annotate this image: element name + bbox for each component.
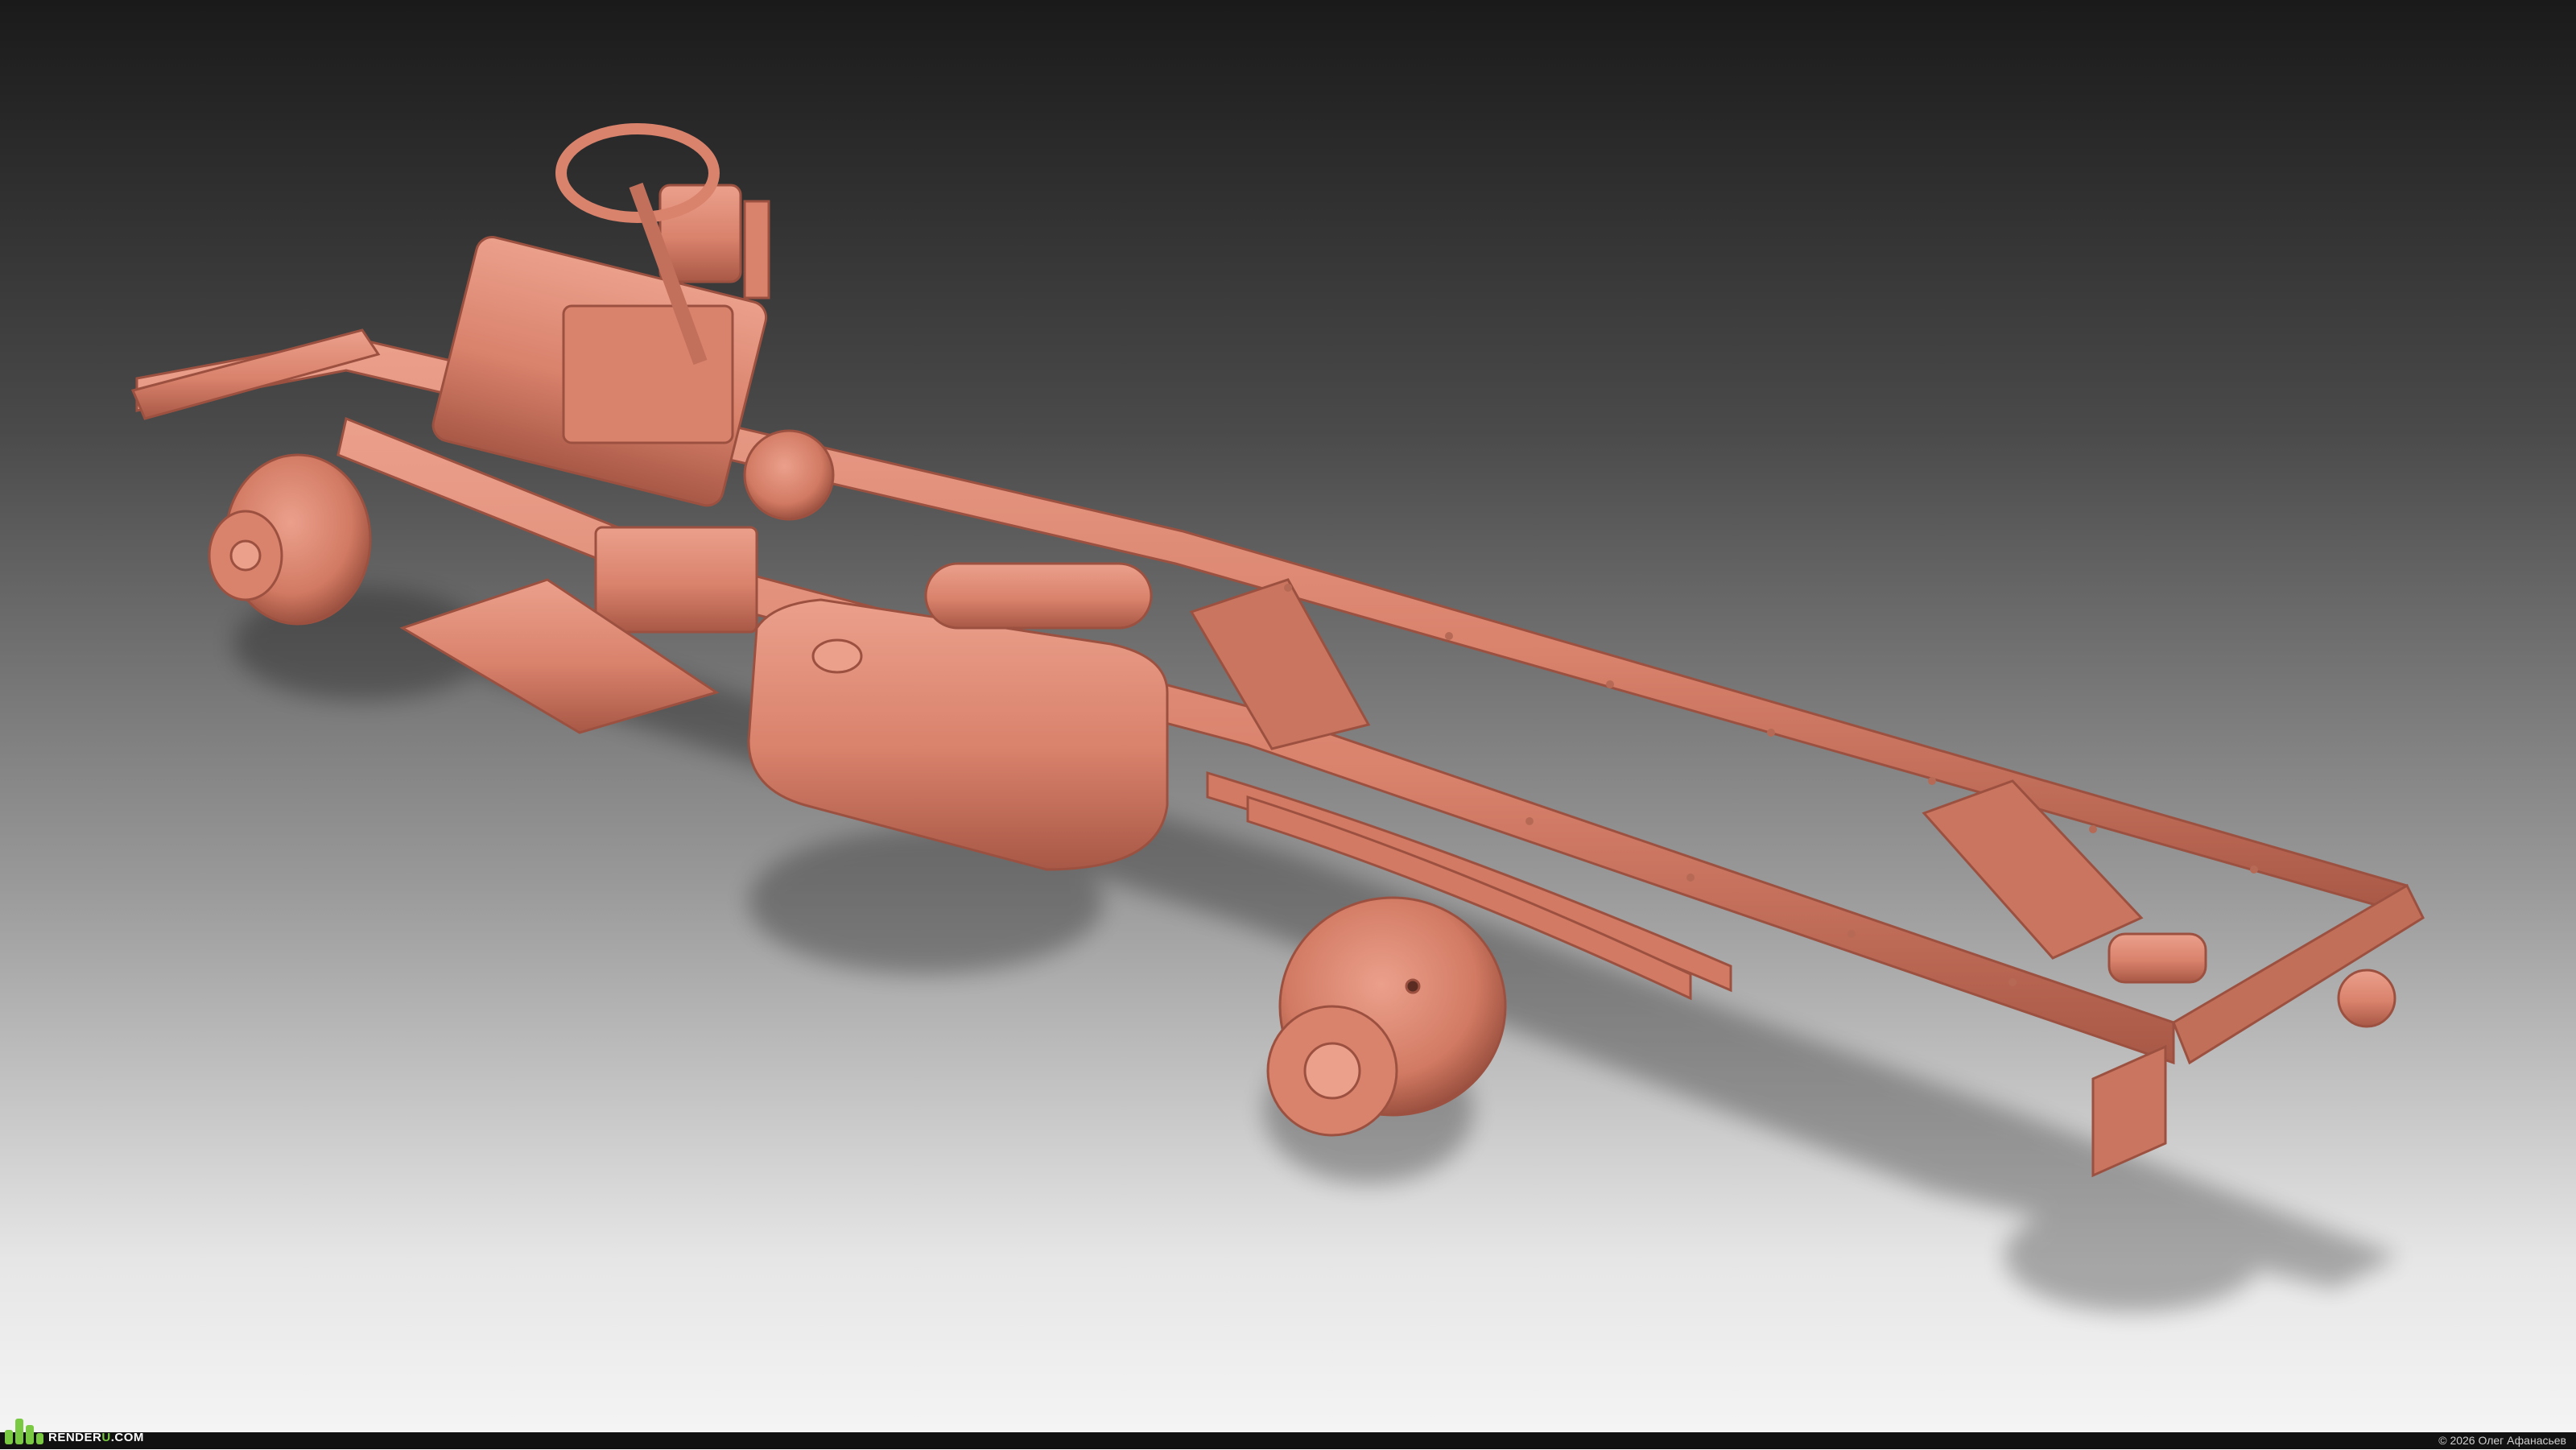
bar-chart-logo-icon	[3, 1414, 45, 1446]
battery-box	[594, 526, 758, 634]
truck-chassis-render	[130, 123, 2425, 1312]
air-tank	[924, 562, 1153, 630]
engine-assembly	[431, 184, 835, 521]
renderu-logo: RENDERU.COM	[3, 1409, 144, 1446]
author-credit: © 2026 Олег Афанасьев	[2438, 1434, 2566, 1447]
front-wheel-hub	[208, 453, 372, 626]
license-plate	[2091, 1044, 2167, 1178]
brand-text: RENDERU.COM	[48, 1431, 144, 1444]
fuel-tank	[747, 598, 1169, 871]
bottom-bar	[0, 1432, 2576, 1449]
